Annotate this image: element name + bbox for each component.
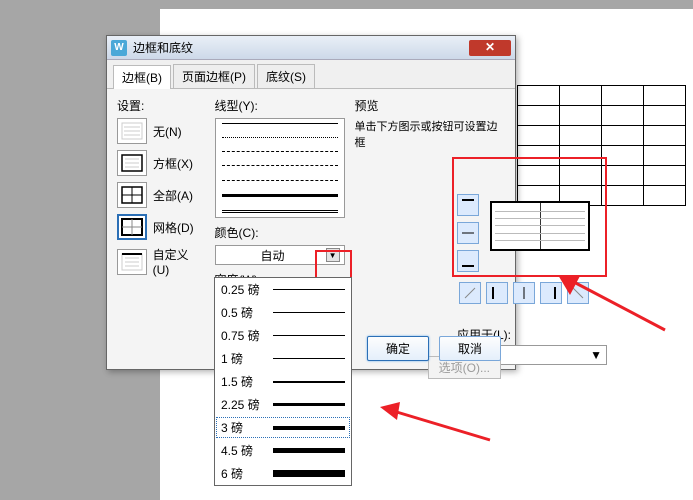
width-option-bar-icon [273, 426, 345, 430]
setting-all[interactable]: 全部(A) [117, 182, 205, 208]
none-icon [117, 118, 147, 144]
width-option-bar-icon [273, 381, 345, 383]
width-option-label: 1 磅 [221, 350, 273, 367]
setting-label-text: 方框(X) [153, 155, 193, 172]
grid-icon [117, 214, 147, 240]
width-option-label: 4.5 磅 [221, 442, 273, 459]
width-option-label: 0.5 磅 [221, 304, 273, 321]
document-sample-table [517, 85, 686, 206]
width-option-label: 0.25 磅 [221, 281, 273, 298]
width-option[interactable]: 1.5 磅 [215, 370, 351, 393]
border-bottom-button[interactable] [457, 250, 479, 272]
setting-label-text: 自定义(U) [153, 246, 205, 277]
color-dropdown[interactable]: 自动 ▼ [215, 245, 345, 265]
close-button[interactable]: ✕ [469, 40, 511, 56]
width-option-label: 2.25 磅 [221, 396, 273, 413]
tab-borders[interactable]: 边框(B) [113, 65, 171, 89]
width-option-bar-icon [273, 289, 345, 290]
color-value: 自动 [220, 247, 326, 264]
tab-page-borders[interactable]: 页面边框(P) [173, 64, 255, 88]
border-diag2-button[interactable] [567, 282, 589, 304]
width-option-label: 3 磅 [221, 419, 273, 436]
line-style-label: 线型(Y): [215, 97, 345, 114]
custom-icon [117, 249, 147, 275]
chevron-down-icon: ▼ [590, 348, 602, 362]
width-options-list[interactable]: 0.25 磅 0.5 磅 0.75 磅 1 磅 1.5 磅 2.25 磅 3 磅 4.5 磅 6… [214, 277, 352, 486]
width-option[interactable]: 0.75 磅 [215, 324, 351, 347]
border-top-button[interactable] [457, 194, 479, 216]
setting-label-text: 网格(D) [153, 219, 194, 236]
width-option[interactable]: 1 磅 [215, 347, 351, 370]
chevron-down-icon: ▼ [326, 248, 340, 262]
border-vmid-button[interactable] [513, 282, 535, 304]
setting-label: 设置: [117, 97, 205, 114]
width-option-bar-icon [273, 448, 345, 453]
preview-bottom-buttons [459, 282, 589, 304]
width-option[interactable]: 3 磅 [215, 416, 351, 439]
border-diag1-button[interactable] [459, 282, 481, 304]
ok-button[interactable]: 确定 [367, 336, 429, 361]
width-option-bar-icon [273, 335, 345, 336]
border-right-button[interactable] [540, 282, 562, 304]
width-option-label: 0.75 磅 [221, 327, 273, 344]
width-option[interactable]: 6 磅 [215, 462, 351, 485]
line-style-list[interactable] [215, 118, 345, 218]
preview-hint: 单击下方图示或按钮可设置边框 [355, 118, 505, 150]
width-option-bar-icon [273, 312, 345, 313]
color-label: 颜色(C): [215, 224, 345, 241]
preview-label: 预览 [355, 97, 505, 114]
app-logo-icon: W [111, 40, 127, 56]
preview-side-buttons [457, 194, 479, 272]
setting-none[interactable]: 无(N) [117, 118, 205, 144]
width-option[interactable]: 0.25 磅 [215, 278, 351, 301]
width-option[interactable]: 4.5 磅 [215, 439, 351, 462]
titlebar: W 边框和底纹 ✕ [107, 36, 515, 60]
width-option-label: 6 磅 [221, 465, 273, 482]
border-left-button[interactable] [486, 282, 508, 304]
tab-bar: 边框(B) 页面边框(P) 底纹(S) [107, 60, 515, 89]
setting-label-text: 无(N) [153, 123, 182, 140]
preview-table[interactable] [490, 201, 590, 251]
all-icon [117, 182, 147, 208]
setting-box[interactable]: 方框(X) [117, 150, 205, 176]
dialog-title: 边框和底纹 [133, 39, 469, 56]
setting-grid[interactable]: 网格(D) [117, 214, 205, 240]
width-option-bar-icon [273, 470, 345, 477]
box-icon [117, 150, 147, 176]
width-option-bar-icon [273, 403, 345, 406]
tab-shading[interactable]: 底纹(S) [257, 64, 315, 88]
setting-label-text: 全部(A) [153, 187, 193, 204]
width-option[interactable]: 2.25 磅 [215, 393, 351, 416]
cancel-button[interactable]: 取消 [439, 336, 501, 361]
border-hmid-button[interactable] [457, 222, 479, 244]
width-option-bar-icon [273, 358, 345, 360]
width-option-label: 1.5 磅 [221, 373, 273, 390]
setting-custom[interactable]: 自定义(U) [117, 246, 205, 277]
width-option[interactable]: 0.5 磅 [215, 301, 351, 324]
